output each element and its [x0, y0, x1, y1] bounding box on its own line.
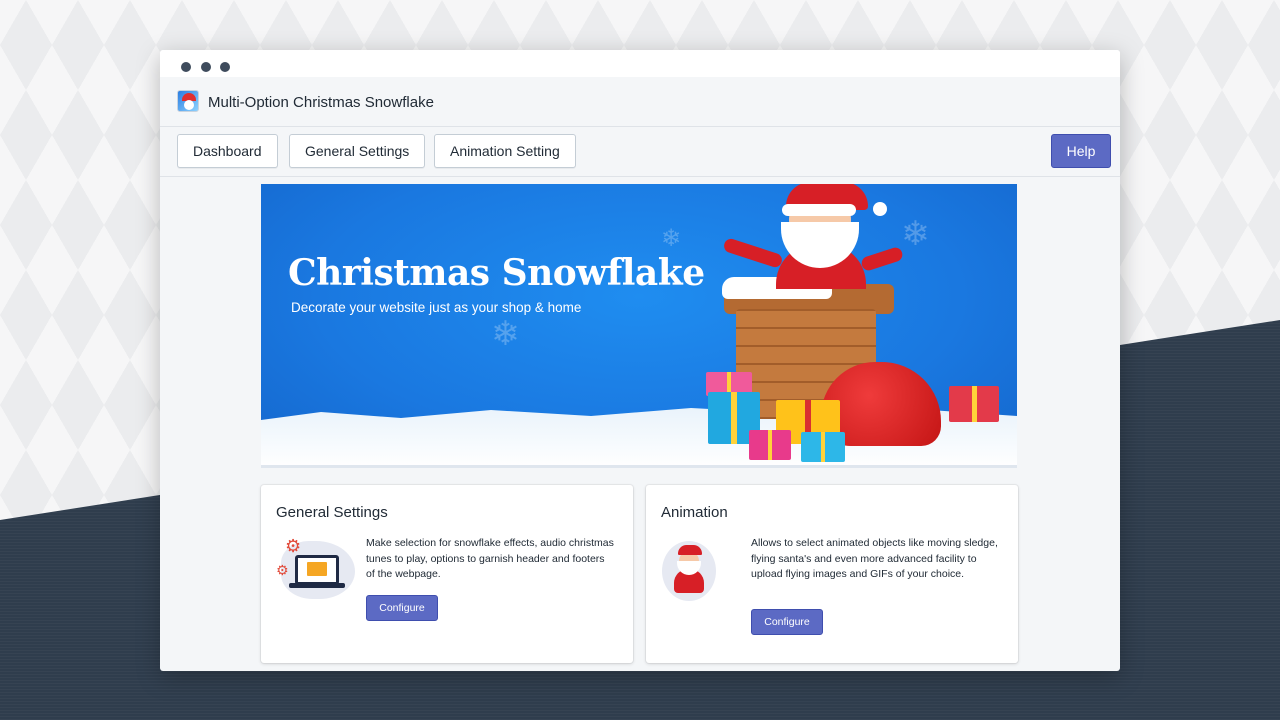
banner-title: Christmas Snowflake: [288, 252, 705, 294]
animation-card: Animation Allows to select animated obje…: [646, 485, 1018, 663]
general-settings-button[interactable]: General Settings: [289, 134, 426, 168]
help-button[interactable]: Help: [1051, 134, 1111, 168]
configure-animation-button[interactable]: Configure: [751, 609, 823, 635]
dashboard-button[interactable]: Dashboard: [177, 134, 278, 168]
app-logo-icon: [177, 90, 199, 112]
app-title: Multi-Option Christmas Snowflake: [208, 94, 434, 111]
window-dot-icon: [181, 62, 191, 72]
app-header: Multi-Option Christmas Snowflake: [160, 77, 1120, 127]
window-dot-icon: [220, 62, 230, 72]
general-settings-card: General Settings ⚙ ⚙ Make selection for …: [261, 485, 633, 663]
snowflake-icon: ❄: [491, 315, 520, 353]
browser-window: Multi-Option Christmas Snowflake Dashboa…: [160, 50, 1120, 671]
window-titlebar: [160, 50, 1120, 77]
card-title: General Settings: [276, 504, 388, 521]
snowflake-icon: ❄: [661, 225, 682, 252]
hero-banner: ❄ ❄ ❄ Christmas Snowflake Decorate your …: [261, 184, 1017, 468]
configure-general-settings-button[interactable]: Configure: [366, 595, 438, 621]
card-description: Make selection for snowflake effects, au…: [366, 537, 614, 580]
window-dot-icon: [201, 62, 211, 72]
snowflake-icon: ❄: [901, 215, 930, 253]
navbar: Dashboard General Settings Animation Set…: [160, 127, 1120, 177]
card-description: Allows to select animated objects like m…: [751, 537, 998, 580]
animation-setting-button[interactable]: Animation Setting: [434, 134, 576, 168]
banner-subtitle: Decorate your website just as your shop …: [291, 300, 582, 315]
card-title: Animation: [661, 504, 728, 521]
